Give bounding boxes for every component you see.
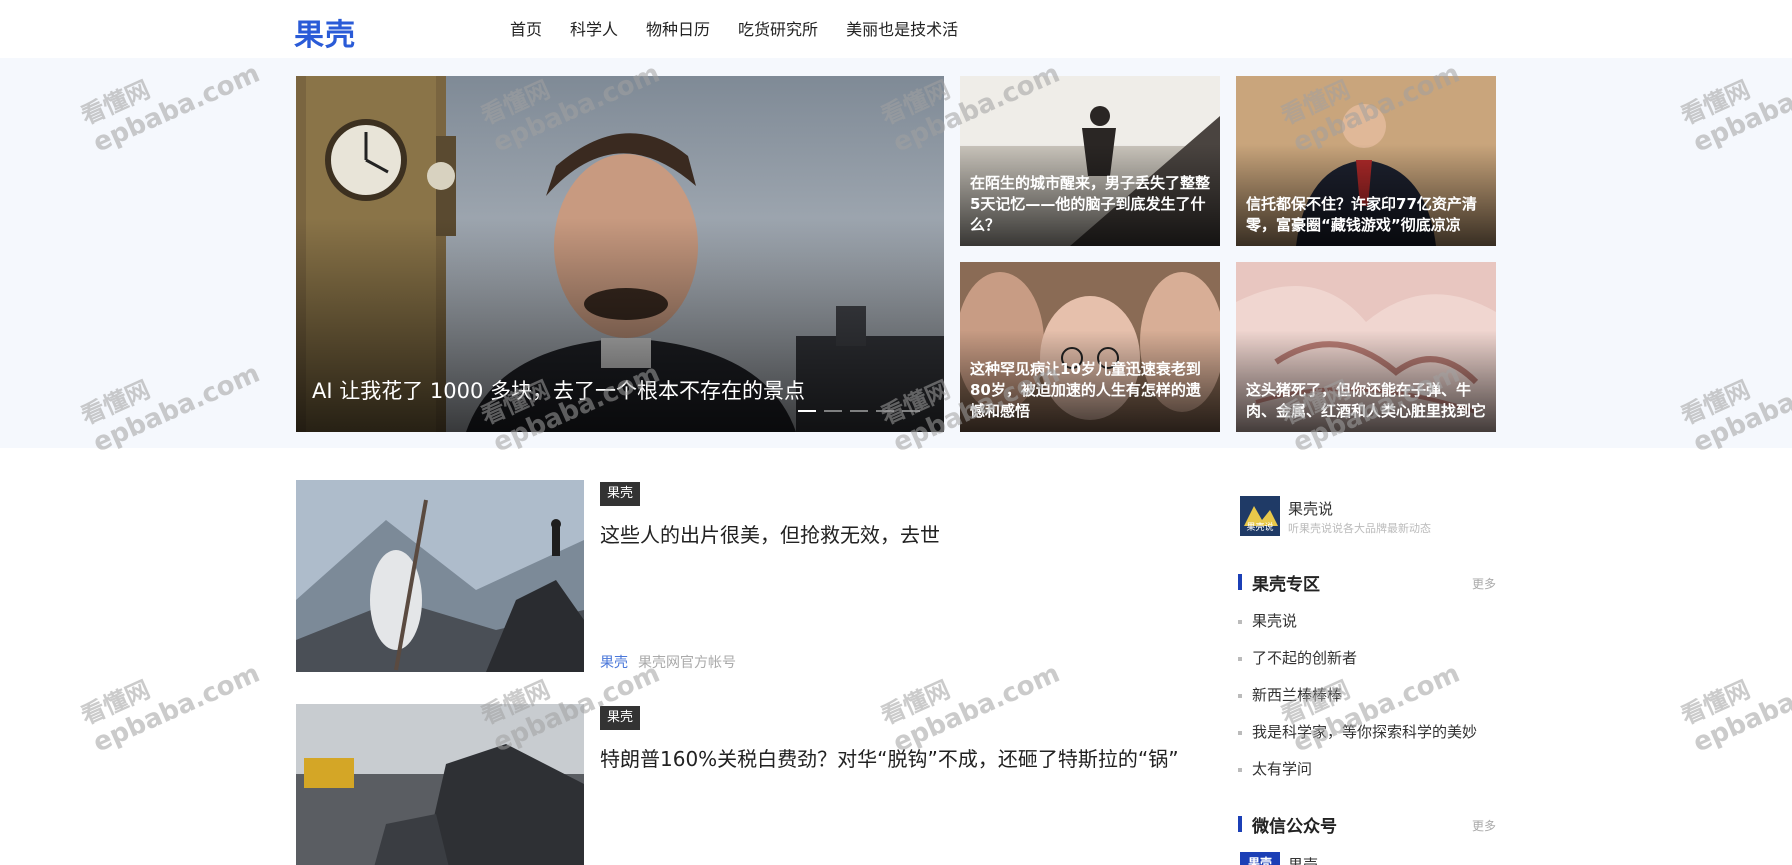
featured-side-card[interactable]: 这头猪死了，但你还能在子弹、牛肉、金属、红酒和人类心脏里找到它 [1236,262,1496,432]
article-item: 果壳 这些人的出片很美，但抢救无效，去世 果壳 果壳网官方帐号 [296,480,1206,672]
nav-foodie-lab[interactable]: 吃货研究所 [738,18,818,42]
site-logo[interactable]: 果壳 [294,10,356,54]
zone-item[interactable]: 新西兰棒棒棒 [1238,682,1496,719]
side-card-title[interactable]: 这头猪死了，但你还能在子弹、牛肉、金属、红酒和人类心脏里找到它 [1246,380,1486,422]
zone-item[interactable]: 了不起的创新者 [1238,645,1496,682]
site-header: 果壳 首页 科学人 物种日历 吃货研究所 美丽也是技术活 [0,0,1792,58]
article-title[interactable]: 这些人的出片很美，但抢救无效，去世 [600,520,940,550]
side-card-title[interactable]: 信托都保不住？许家印77亿资产清零，富豪圈“藏钱游戏”彻底凉凉 [1246,194,1486,236]
section-title: 果壳专区 [1252,575,1320,595]
article-title[interactable]: 特朗普160%关税白费劲？对华“脱钩”不成，还砸了特斯拉的“锅” [600,744,1179,774]
carousel-dot[interactable] [876,410,894,412]
article-thumbnail[interactable] [296,704,584,865]
section-header-wechat: 微信公众号 更多 [1238,812,1496,837]
article-image [296,704,584,865]
brand-desc: 听果壳说说各大品牌最新动态 [1288,522,1431,535]
watermark: 看懂网 epbaba.com [76,658,265,759]
section-title: 微信公众号 [1252,817,1337,837]
zone-item[interactable]: 果壳说 [1238,608,1496,645]
section-bar [1238,574,1242,590]
sidebar: 果壳说 果壳说 听果壳说说各大品牌最新动态 果壳专区 更多 果壳说 了不起的创新… [1238,480,1496,865]
nav-scientist[interactable]: 科学人 [570,18,618,42]
featured-main-title[interactable]: AI 让我花了 1000 多块，去了一个根本不存在的景点 [312,376,934,406]
wechat-name[interactable]: 果壳 [1288,854,1318,865]
section-header-zone: 果壳专区 更多 [1238,570,1496,595]
carousel-dot[interactable] [850,410,868,412]
carousel-dot[interactable] [824,410,842,412]
wechat-avatar: 果壳 [1240,852,1280,865]
zone-item[interactable]: 我是科学家，等你探索科学的美妙 [1238,719,1496,756]
wechat-account[interactable]: 果壳 果壳 [1238,852,1496,865]
featured-side-card[interactable]: 这种罕见病让10岁儿童迅速衰老到80岁，被迫加速的人生有怎样的遗憾和感悟 [960,262,1220,432]
article-image [296,480,584,672]
featured-main-card[interactable]: AI 让我花了 1000 多块，去了一个根本不存在的景点 [296,76,944,432]
article-item: 果壳 特朗普160%关税白费劲？对华“脱钩”不成，还砸了特斯拉的“锅” [296,704,1206,865]
nav-home[interactable]: 首页 [510,18,542,42]
nav-beauty-tech[interactable]: 美丽也是技术活 [846,18,958,42]
zone-list: 果壳说 了不起的创新者 新西兰棒棒棒 我是科学家，等你探索科学的美妙 太有学问 [1238,608,1496,793]
article-tag[interactable]: 果壳 [600,706,641,730]
more-link[interactable]: 更多 [1472,575,1496,592]
carousel-dots [798,410,920,412]
side-card-title[interactable]: 这种罕见病让10岁儿童迅速衰老到80岁，被迫加速的人生有怎样的遗憾和感悟 [970,359,1210,422]
more-link[interactable]: 更多 [1472,817,1496,834]
watermark: 看懂网 epbaba.com [1676,658,1792,759]
side-card-title[interactable]: 在陌生的城市醒来，男子丢失了整整5天记忆——他的脑子到底发生了什么？ [970,173,1210,236]
brand-name[interactable]: 果壳说 [1288,498,1333,519]
article-meta: 果壳 果壳网官方帐号 [600,652,736,672]
main-nav: 首页 科学人 物种日历 吃货研究所 美丽也是技术活 [510,18,958,42]
carousel-dot[interactable] [798,410,816,412]
featured-side-card[interactable]: 在陌生的城市醒来，男子丢失了整整5天记忆——他的脑子到底发生了什么？ [960,76,1220,246]
section-bar [1238,816,1242,832]
brand-card[interactable]: 果壳说 果壳说 听果壳说说各大品牌最新动态 [1238,480,1496,536]
article-source-desc: 果壳网官方帐号 [638,655,736,671]
article-tag[interactable]: 果壳 [600,482,641,506]
article-source[interactable]: 果壳 [600,655,628,671]
zone-item[interactable]: 太有学问 [1238,756,1496,793]
brand-avatar: 果壳说 [1240,496,1280,536]
featured-side-card[interactable]: 信托都保不住？许家印77亿资产清零，富豪圈“藏钱游戏”彻底凉凉 [1236,76,1496,246]
carousel-dot[interactable] [902,410,920,412]
svg-text:果壳说: 果壳说 [1246,521,1273,533]
nav-species-calendar[interactable]: 物种日历 [646,18,710,42]
article-thumbnail[interactable] [296,480,584,672]
